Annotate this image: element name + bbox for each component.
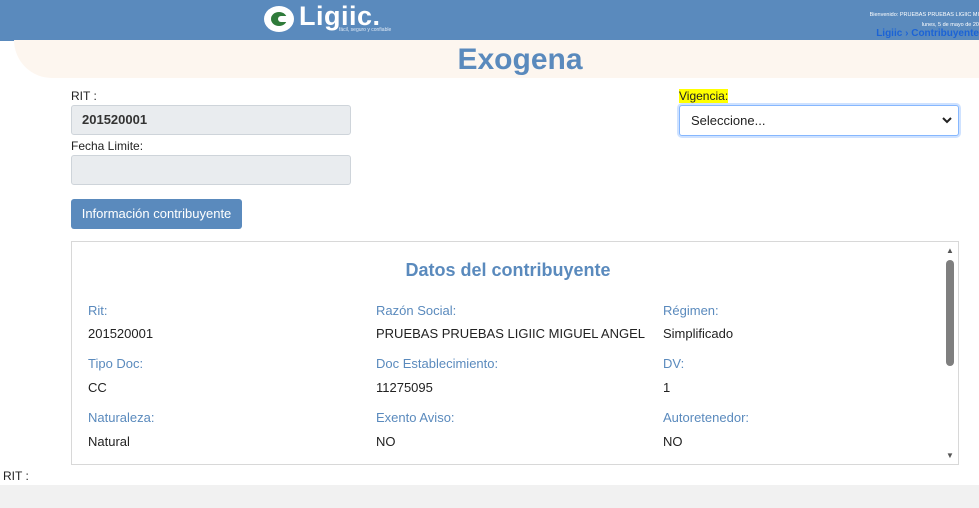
naturaleza-value: Natural xyxy=(88,434,130,449)
footer-area xyxy=(0,485,979,508)
doc-establecimiento-value: 11275095 xyxy=(376,380,433,395)
rit-label: RIT : xyxy=(71,89,97,103)
exento-aviso-value: NO xyxy=(376,434,396,449)
breadcrumb: Ligiic › Contribuyente xyxy=(876,28,979,39)
tipo-doc-label: Tipo Doc: xyxy=(88,356,144,371)
vigencia-selected-value: Seleccione... xyxy=(691,113,766,128)
rit-field[interactable]: 201520001 xyxy=(71,105,351,135)
arrow-up-icon[interactable]: ▲ xyxy=(946,246,954,255)
scrollbar-thumb[interactable] xyxy=(946,260,954,366)
tipo-doc-value: CC xyxy=(88,380,107,395)
rit-value-detail: 201520001 xyxy=(88,326,154,341)
contribuyente-panel: Datos del contribuyente Rit: 201520001 R… xyxy=(71,241,959,465)
autoretenedor-label: Autoretenedor: xyxy=(663,410,750,425)
chevron-down-icon xyxy=(942,106,952,145)
logo-mark-icon xyxy=(264,6,294,32)
fecha-limite-field[interactable] xyxy=(71,155,351,185)
arrow-down-icon[interactable]: ▼ xyxy=(946,451,954,460)
welcome-text: Bienvenido: PRUEBAS PRUEBAS LIGIIC MI xyxy=(869,12,979,18)
brand-tagline: fácil, seguro y confiable xyxy=(339,27,392,33)
razon-social-label: Razón Social: xyxy=(376,303,457,318)
rit-label-detail: Rit: xyxy=(88,303,108,318)
breadcrumb-current: Contribuyente xyxy=(911,28,979,39)
dv-label: DV: xyxy=(663,356,685,371)
regimen-label: Régimen: xyxy=(663,303,719,318)
autoretenedor-value: NO xyxy=(663,434,683,449)
top-bar: Ligiic. fácil, seguro y confiable Bienve… xyxy=(0,0,979,41)
regimen-value: Simplificado xyxy=(663,326,734,341)
breadcrumb-separator: › xyxy=(905,28,909,39)
doc-establecimiento-label: Doc Establecimiento: xyxy=(376,356,499,371)
panel-scrollbar[interactable]: ▲ ▼ xyxy=(943,242,958,464)
bottom-rit-label: RIT : xyxy=(3,469,29,483)
page-title: Exogena xyxy=(457,43,583,76)
dv-value: 1 xyxy=(663,380,671,395)
fecha-limite-label: Fecha Limite: xyxy=(71,139,144,153)
breadcrumb-home-link[interactable]: Ligiic xyxy=(876,28,902,39)
vigencia-label: Vigencia: xyxy=(679,89,729,103)
exento-aviso-label: Exento Aviso: xyxy=(376,410,455,425)
panel-title: Datos del contribuyente xyxy=(405,260,611,280)
naturaleza-label: Naturaleza: xyxy=(88,410,155,425)
user-info: Bienvenido: PRUEBAS PRUEBAS LIGIIC MI lu… xyxy=(870,10,979,30)
info-contribuyente-button[interactable]: Información contribuyente xyxy=(71,199,242,229)
vigencia-select[interactable]: Seleccione... xyxy=(679,105,959,136)
razon-social-value: PRUEBAS PRUEBAS LIGIIC MIGUEL ANGEL xyxy=(376,326,645,341)
